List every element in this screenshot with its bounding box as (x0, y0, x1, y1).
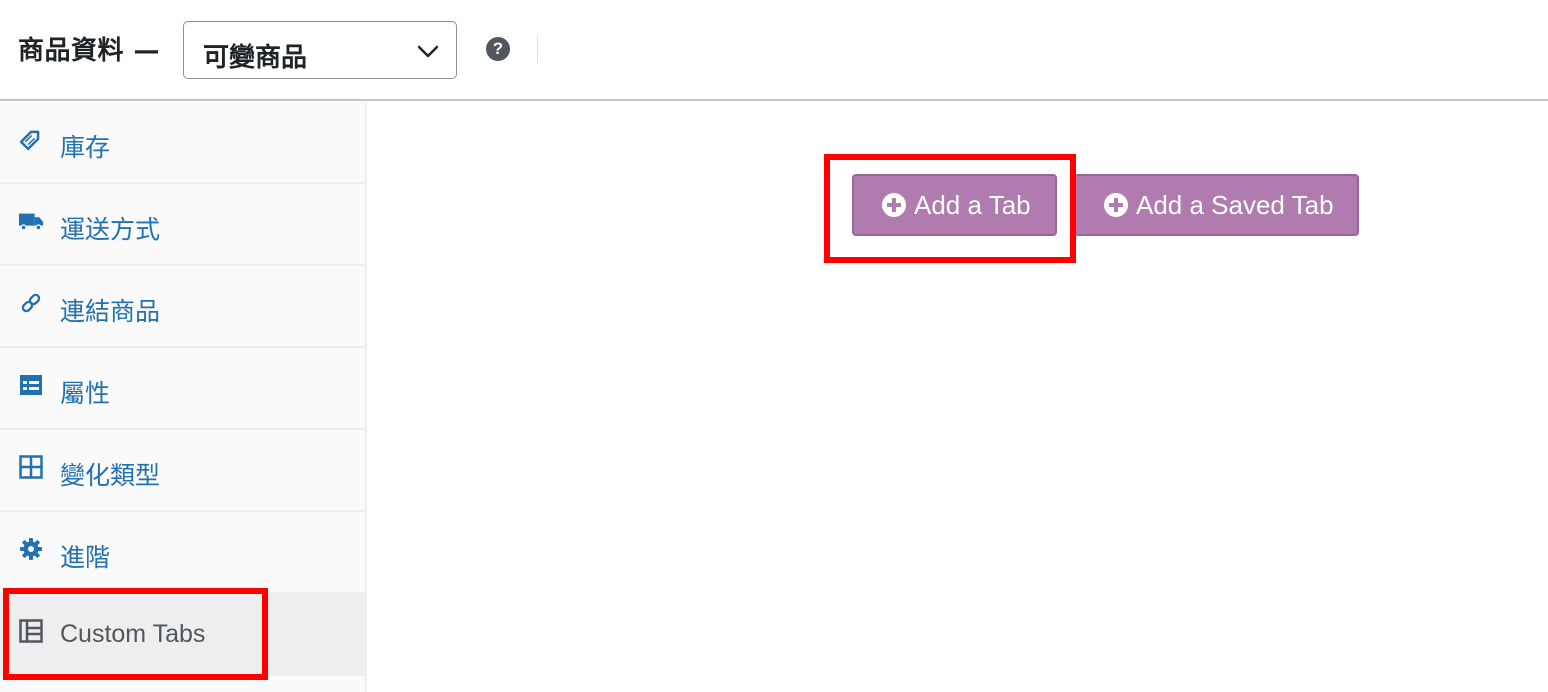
sidebar-item-attributes[interactable]: 屬性 (0, 348, 365, 430)
list-table-icon (18, 372, 44, 398)
gear-icon (18, 536, 44, 562)
sidebar-item-shipping[interactable]: 運送方式 (0, 184, 365, 266)
help-icon[interactable]: ? (486, 37, 510, 61)
plus-circle-icon (882, 193, 906, 217)
product-data-header: 商品資料 — 可變商品 ? (0, 0, 1548, 101)
add-saved-tab-button[interactable]: Add a Saved Tab (1074, 174, 1359, 236)
add-tab-label: Add a Tab (914, 189, 1031, 220)
sidebar-item-custom-tabs[interactable]: Custom Tabs (0, 594, 365, 676)
tabs-layout-icon (18, 618, 44, 644)
tag-icon (18, 126, 44, 152)
sidebar-item-label: 進階 (60, 543, 111, 572)
add-saved-tab-label: Add a Saved Tab (1136, 189, 1334, 220)
custom-tabs-panel: Add a Tab Add a Saved Tab (369, 102, 1548, 692)
sidebar-item-variations[interactable]: 變化類型 (0, 430, 365, 512)
sidebar-item-label: 庫存 (60, 133, 111, 162)
header-divider (537, 35, 538, 63)
grid-icon (18, 454, 44, 480)
chevron-down-icon (417, 45, 439, 58)
truck-icon (18, 208, 44, 234)
sidebar-item-advanced[interactable]: 進階 (0, 512, 365, 594)
sidebar-item-label: 運送方式 (60, 215, 161, 244)
plus-circle-icon (1104, 193, 1128, 217)
product-data-title: 商品資料 — (18, 36, 161, 66)
sidebar-item-linked-products[interactable]: 連結商品 (0, 266, 365, 348)
sidebar-item-label: 屬性 (60, 379, 111, 408)
link-icon (18, 290, 44, 316)
product-type-value: 可變商品 (203, 43, 308, 73)
product-type-select[interactable]: 可變商品 (183, 21, 457, 79)
add-tab-button[interactable]: Add a Tab (852, 174, 1057, 236)
sidebar-item-inventory[interactable]: 庫存 (0, 102, 365, 184)
product-data-tabs-sidebar: 庫存 運送方式 連結商品 屬性 變化類型 進階 Custom Tabs (0, 102, 367, 692)
sidebar-item-label: 變化類型 (60, 461, 161, 490)
sidebar-item-label: Custom Tabs (60, 620, 206, 648)
sidebar-item-label: 連結商品 (60, 297, 161, 326)
